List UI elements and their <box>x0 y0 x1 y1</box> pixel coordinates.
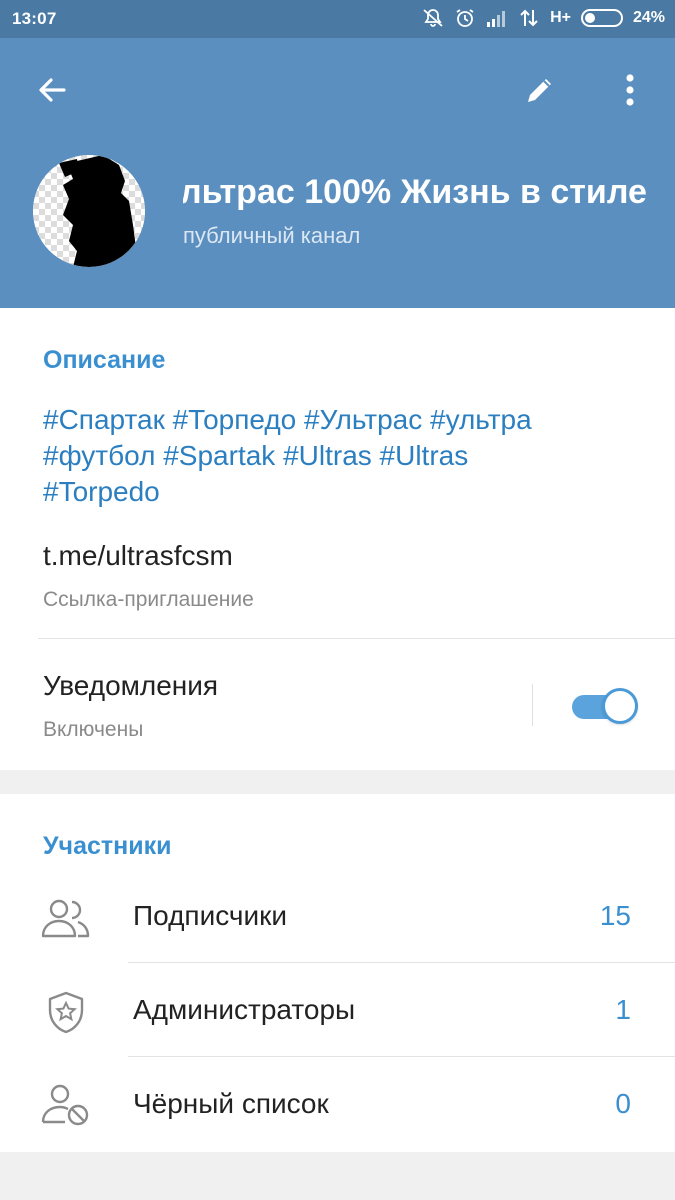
divider <box>128 1056 675 1057</box>
blacklist-icon <box>41 1084 89 1126</box>
more-vertical-icon <box>626 74 634 106</box>
invite-link[interactable]: t.me/ultrasfcsm <box>43 540 233 572</box>
description-text: #Спартак #Торпедо #Ультрас #ультра #футб… <box>43 402 653 510</box>
divider <box>128 962 675 963</box>
members-card: Участники Подписчики 15 Администраторы 1… <box>0 794 675 1152</box>
battery-percent: 24% <box>632 9 665 26</box>
status-time: 13:07 <box>12 9 57 28</box>
admins-label: Администраторы <box>133 994 356 1025</box>
notifications-status: Включены <box>43 718 144 741</box>
notifications-label[interactable]: Уведомления <box>43 670 218 702</box>
description-title: Описание <box>43 346 166 374</box>
alarm-icon <box>456 9 474 27</box>
status-bar: 13:07 H+ 24% <box>0 0 675 38</box>
invite-link-hint: Ссылка-приглашение <box>43 588 254 611</box>
channel-info-card: Описание #Спартак #Торпедо #Ультрас #уль… <box>0 308 675 770</box>
notifications-toggle[interactable] <box>572 688 638 724</box>
back-button[interactable] <box>28 66 76 114</box>
network-type: H+ <box>550 9 571 26</box>
subscribers-count: 15 <box>599 900 631 931</box>
description-line[interactable]: #Torpedo <box>43 474 653 510</box>
blacklist-label: Чёрный список <box>133 1088 329 1119</box>
data-arrows-icon <box>520 9 538 27</box>
status-icons: H+ 24% <box>422 8 665 28</box>
admins-count: 1 <box>615 994 631 1025</box>
channel-title: Ультрас 100% Жизнь в стиле <box>183 173 647 211</box>
channel-type: публичный канал <box>183 223 361 248</box>
channel-header: Ультрас 100% Жизнь в стиле публичный кан… <box>0 38 675 308</box>
members-title: Участники <box>43 832 172 860</box>
avatar-silhouette-icon <box>33 155 145 267</box>
description-line[interactable]: #Спартак #Торпедо #Ультрас #ультра <box>43 402 653 438</box>
channel-avatar[interactable] <box>33 155 145 267</box>
subscribers-label: Подписчики <box>133 900 288 931</box>
toggle-knob <box>602 688 638 724</box>
blacklist-count: 0 <box>615 1088 631 1119</box>
more-options-button[interactable] <box>606 66 654 114</box>
arrow-back-icon <box>39 78 66 102</box>
divider <box>38 638 675 639</box>
subscribers-icon <box>41 899 90 938</box>
battery-icon <box>580 9 623 27</box>
vertical-separator <box>532 684 533 726</box>
description-line[interactable]: #футбол #Spartak #Ultras #Ultras <box>43 438 653 474</box>
pencil-icon <box>528 79 551 102</box>
mute-bell-icon <box>423 9 443 27</box>
edit-button[interactable] <box>516 66 564 114</box>
admin-shield-icon <box>48 991 84 1034</box>
signal-icon <box>487 11 506 27</box>
